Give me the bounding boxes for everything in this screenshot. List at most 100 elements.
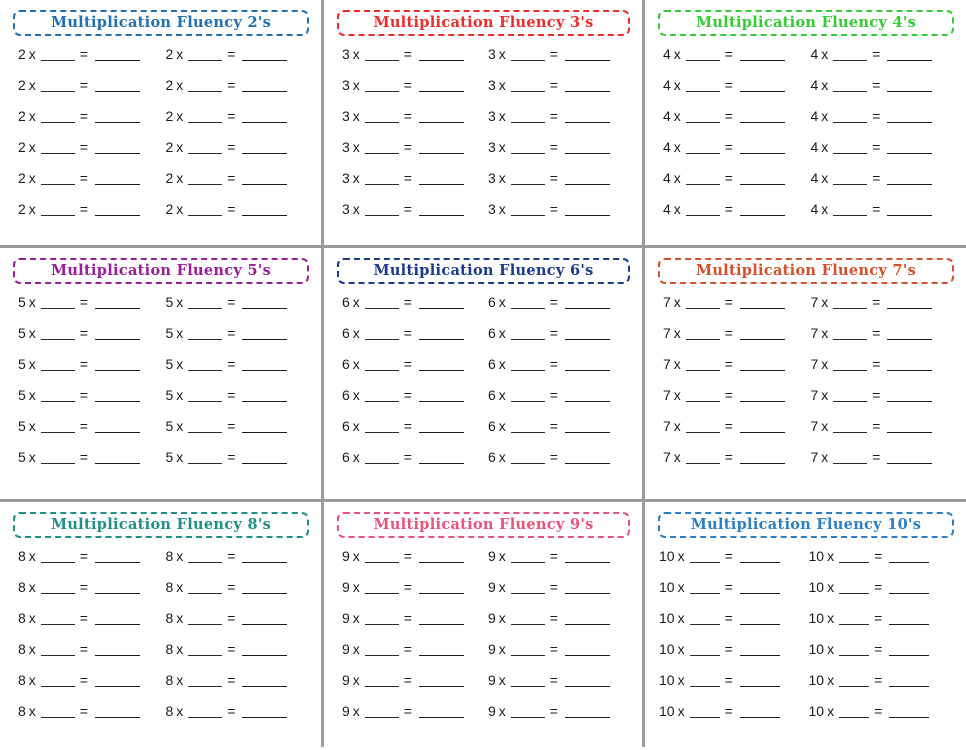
problem-item[interactable]: 10 x = xyxy=(809,547,959,578)
problem-item[interactable]: 5 x = xyxy=(166,448,314,479)
problem-item[interactable]: 9 x = xyxy=(488,640,634,671)
factor-blank[interactable] xyxy=(364,107,399,123)
answer-blank[interactable] xyxy=(739,355,785,371)
factor-blank[interactable] xyxy=(188,107,223,123)
factor-blank[interactable] xyxy=(188,640,223,656)
factor-blank[interactable] xyxy=(40,386,75,402)
factor-blank[interactable] xyxy=(364,671,399,687)
answer-blank[interactable] xyxy=(889,640,930,656)
answer-blank[interactable] xyxy=(94,138,140,154)
factor-blank[interactable] xyxy=(364,76,399,92)
answer-blank[interactable] xyxy=(242,671,288,687)
factor-blank[interactable] xyxy=(689,702,720,718)
factor-blank[interactable] xyxy=(510,671,545,687)
answer-blank[interactable] xyxy=(739,640,780,656)
problem-item[interactable]: 2 x = xyxy=(166,169,314,200)
answer-blank[interactable] xyxy=(739,386,785,402)
problem-item[interactable]: 5 x = xyxy=(166,417,314,448)
factor-blank[interactable] xyxy=(685,355,720,371)
factor-blank[interactable] xyxy=(188,702,223,718)
answer-blank[interactable] xyxy=(564,448,610,464)
answer-blank[interactable] xyxy=(242,293,288,309)
answer-blank[interactable] xyxy=(887,45,933,61)
answer-blank[interactable] xyxy=(418,448,464,464)
answer-blank[interactable] xyxy=(418,45,464,61)
answer-blank[interactable] xyxy=(242,200,288,216)
answer-blank[interactable] xyxy=(739,293,785,309)
answer-blank[interactable] xyxy=(94,578,140,594)
answer-blank[interactable] xyxy=(887,355,933,371)
factor-blank[interactable] xyxy=(833,200,868,216)
factor-blank[interactable] xyxy=(40,107,75,123)
answer-blank[interactable] xyxy=(94,76,140,92)
factor-blank[interactable] xyxy=(40,138,75,154)
factor-blank[interactable] xyxy=(689,671,720,687)
answer-blank[interactable] xyxy=(242,547,288,563)
answer-blank[interactable] xyxy=(418,417,464,433)
answer-blank[interactable] xyxy=(739,200,785,216)
factor-blank[interactable] xyxy=(685,293,720,309)
factor-blank[interactable] xyxy=(364,169,399,185)
factor-blank[interactable] xyxy=(510,200,545,216)
factor-blank[interactable] xyxy=(364,45,399,61)
factor-blank[interactable] xyxy=(685,138,720,154)
problem-item[interactable]: 9 x = xyxy=(342,640,488,671)
factor-blank[interactable] xyxy=(689,640,720,656)
factor-blank[interactable] xyxy=(833,138,868,154)
answer-blank[interactable] xyxy=(739,448,785,464)
problem-item[interactable]: 7 x = xyxy=(663,386,811,417)
factor-blank[interactable] xyxy=(833,324,868,340)
answer-blank[interactable] xyxy=(242,448,288,464)
problem-item[interactable]: 7 x = xyxy=(811,448,959,479)
problem-item[interactable]: 7 x = xyxy=(811,293,959,324)
factor-blank[interactable] xyxy=(40,45,75,61)
problem-item[interactable]: 10 x = xyxy=(809,609,959,640)
problem-item[interactable]: 3 x = xyxy=(342,138,488,169)
problem-item[interactable]: 10 x = xyxy=(659,547,809,578)
answer-blank[interactable] xyxy=(564,169,610,185)
problem-item[interactable]: 2 x = xyxy=(166,107,314,138)
factor-blank[interactable] xyxy=(188,547,223,563)
problem-item[interactable]: 9 x = xyxy=(488,671,634,702)
factor-blank[interactable] xyxy=(510,76,545,92)
problem-item[interactable]: 3 x = xyxy=(488,45,634,76)
problem-item[interactable]: 7 x = xyxy=(811,386,959,417)
problem-item[interactable]: 9 x = xyxy=(342,578,488,609)
problem-item[interactable]: 4 x = xyxy=(811,76,959,107)
answer-blank[interactable] xyxy=(418,324,464,340)
answer-blank[interactable] xyxy=(418,355,464,371)
problem-item[interactable]: 2 x = xyxy=(166,45,314,76)
answer-blank[interactable] xyxy=(242,138,288,154)
problem-item[interactable]: 2 x = xyxy=(18,138,166,169)
problem-item[interactable]: 8 x = xyxy=(18,671,166,702)
factor-blank[interactable] xyxy=(188,355,223,371)
problem-item[interactable]: 8 x = xyxy=(166,609,314,640)
factor-blank[interactable] xyxy=(510,640,545,656)
factor-blank[interactable] xyxy=(833,169,868,185)
factor-blank[interactable] xyxy=(689,609,720,625)
factor-blank[interactable] xyxy=(685,76,720,92)
factor-blank[interactable] xyxy=(685,324,720,340)
answer-blank[interactable] xyxy=(739,138,785,154)
answer-blank[interactable] xyxy=(739,417,785,433)
problem-item[interactable]: 9 x = xyxy=(488,578,634,609)
answer-blank[interactable] xyxy=(242,578,288,594)
problem-item[interactable]: 6 x = xyxy=(488,417,634,448)
problem-item[interactable]: 7 x = xyxy=(663,293,811,324)
answer-blank[interactable] xyxy=(418,169,464,185)
factor-blank[interactable] xyxy=(40,609,75,625)
factor-blank[interactable] xyxy=(839,702,870,718)
factor-blank[interactable] xyxy=(685,417,720,433)
answer-blank[interactable] xyxy=(739,547,780,563)
factor-blank[interactable] xyxy=(40,547,75,563)
answer-blank[interactable] xyxy=(94,609,140,625)
problem-item[interactable]: 9 x = xyxy=(342,702,488,733)
factor-blank[interactable] xyxy=(40,702,75,718)
problem-item[interactable]: 10 x = xyxy=(809,578,959,609)
problem-item[interactable]: 2 x = xyxy=(18,76,166,107)
answer-blank[interactable] xyxy=(564,138,610,154)
problem-item[interactable]: 6 x = xyxy=(342,355,488,386)
factor-blank[interactable] xyxy=(188,200,223,216)
factor-blank[interactable] xyxy=(510,45,545,61)
answer-blank[interactable] xyxy=(94,417,140,433)
